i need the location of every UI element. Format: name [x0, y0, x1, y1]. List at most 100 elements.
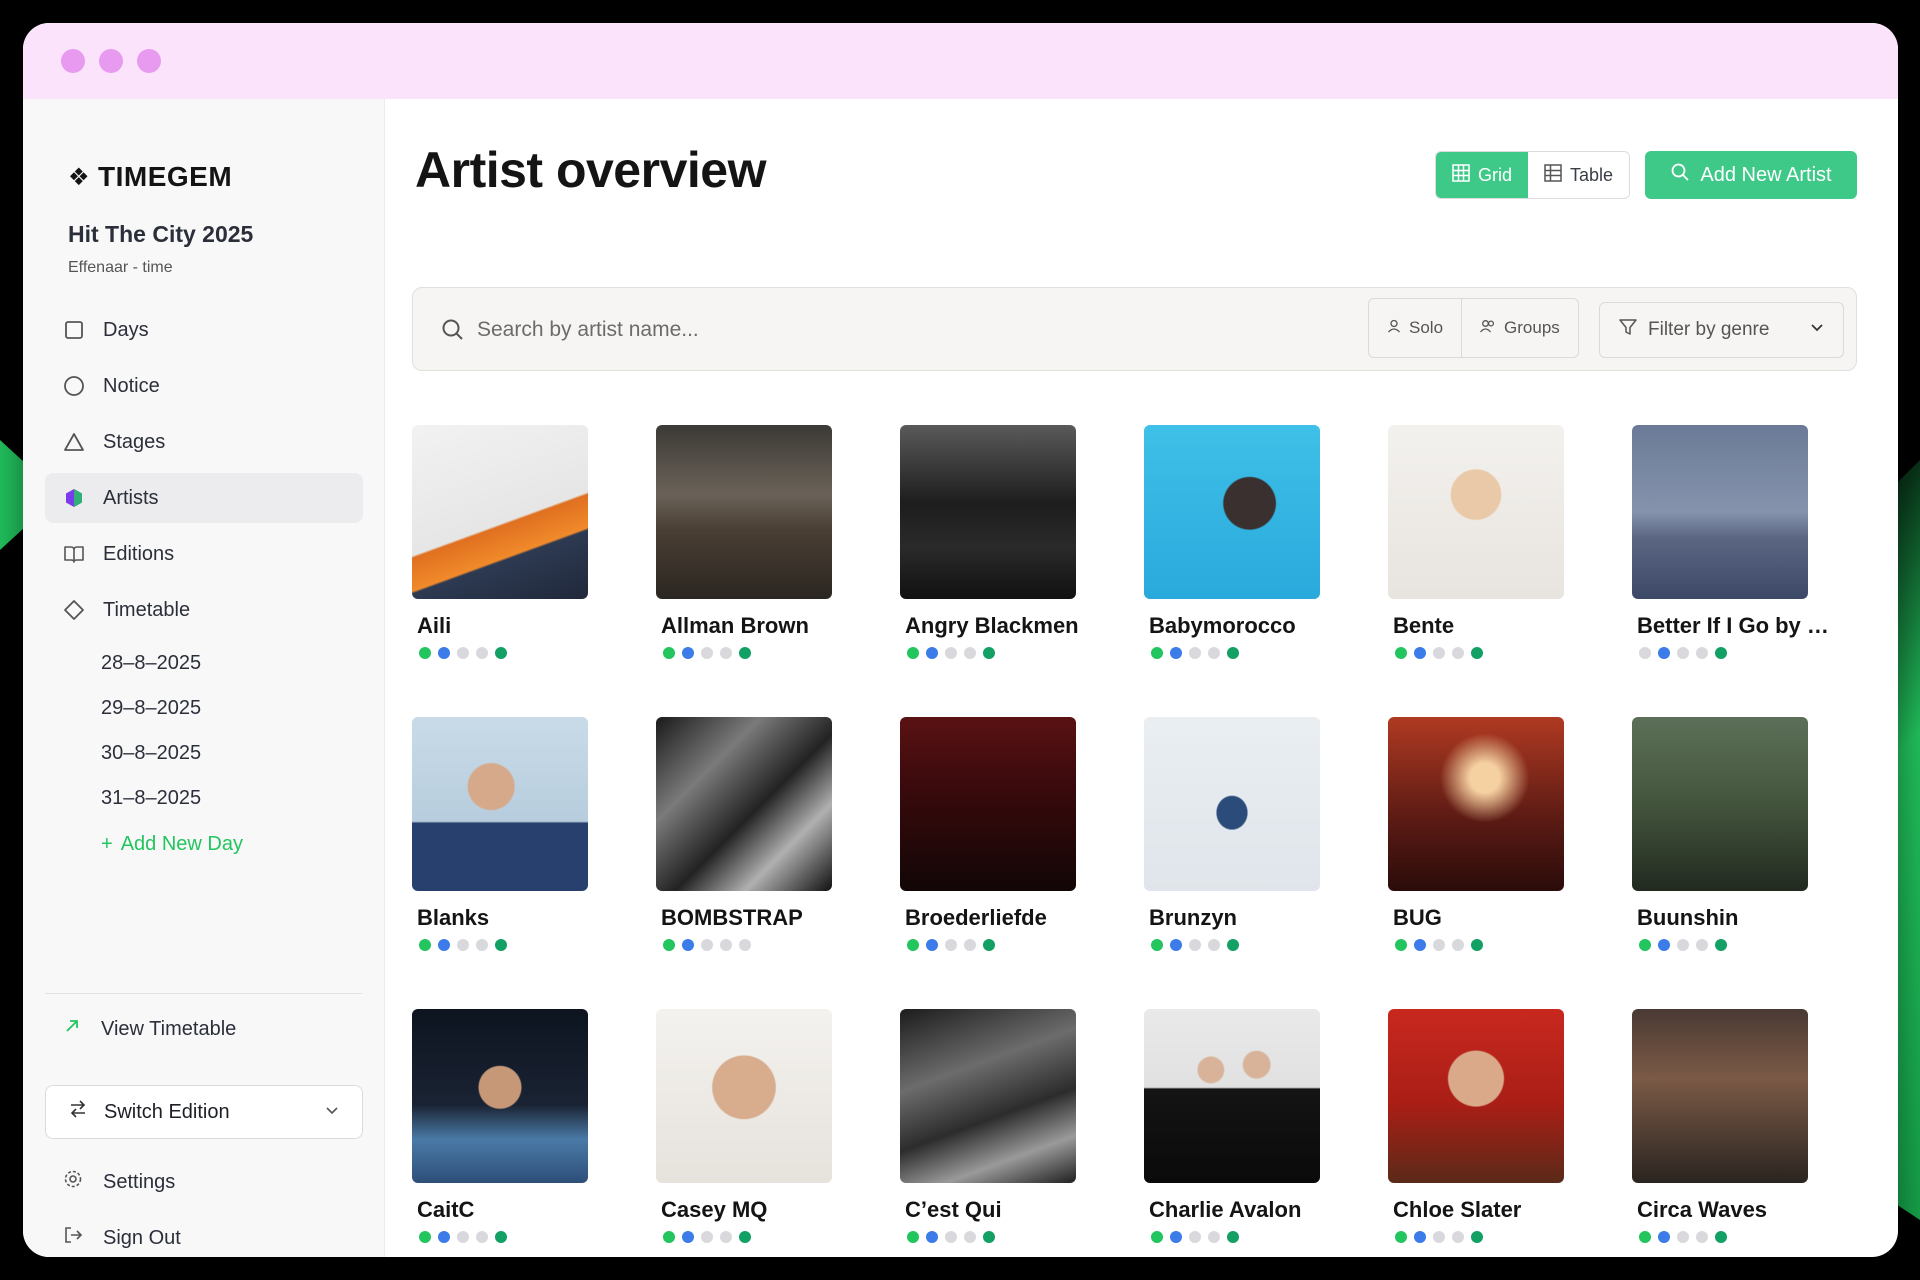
- sidebar: ❖ TIMEGEM Hit The City 2025 Effenaar - t…: [23, 99, 385, 1257]
- artist-name[interactable]: Broederliefde: [905, 905, 1105, 931]
- status-dot: [476, 1231, 488, 1243]
- timetable-day-item[interactable]: 31–8–2025: [101, 776, 363, 821]
- sidebar-item-label: Stages: [103, 430, 166, 453]
- artist-name[interactable]: Allman Brown: [661, 613, 861, 639]
- window-maximize-dot[interactable]: [137, 49, 161, 73]
- solo-filter-button[interactable]: Solo: [1369, 299, 1461, 357]
- artist-card[interactable]: Circa Waves: [1632, 1009, 1808, 1243]
- status-dot: [739, 1231, 751, 1243]
- artist-photo[interactable]: [1632, 717, 1808, 891]
- artist-photo[interactable]: [412, 1009, 588, 1183]
- table-view-button[interactable]: Table: [1528, 152, 1630, 198]
- artist-photo[interactable]: [900, 717, 1076, 891]
- sidebar-item-editions[interactable]: Editions: [45, 529, 363, 579]
- timetable-day-item[interactable]: 30–8–2025: [101, 731, 363, 776]
- artist-photo[interactable]: [1144, 717, 1320, 891]
- artist-card[interactable]: Aili: [412, 425, 588, 659]
- artist-name[interactable]: Aili: [417, 613, 617, 639]
- status-dot: [1433, 1231, 1445, 1243]
- timetable-day-item[interactable]: 28–8–2025: [101, 641, 363, 686]
- artist-card[interactable]: CaitC: [412, 1009, 588, 1243]
- app-logo[interactable]: ❖ TIMEGEM: [68, 161, 232, 193]
- sidebar-item-stages[interactable]: Stages: [45, 417, 363, 467]
- sidebar-item-notice[interactable]: Notice: [45, 361, 363, 411]
- window-minimize-dot[interactable]: [99, 49, 123, 73]
- status-dot: [1677, 647, 1689, 659]
- artist-status-dots: [907, 939, 1076, 951]
- artist-status-dots: [1151, 939, 1320, 951]
- artist-name[interactable]: C’est Qui: [905, 1197, 1105, 1223]
- status-dot: [1639, 939, 1651, 951]
- artist-name[interactable]: Casey MQ: [661, 1197, 861, 1223]
- artist-photo[interactable]: [900, 1009, 1076, 1183]
- add-new-day-button[interactable]: + Add New Day: [101, 833, 363, 856]
- artist-photo[interactable]: [656, 717, 832, 891]
- timetable-day-item[interactable]: 29–8–2025: [101, 686, 363, 731]
- artist-card[interactable]: Buunshin: [1632, 717, 1808, 951]
- artist-card[interactable]: Allman Brown: [656, 425, 832, 659]
- sidebar-item-timetable[interactable]: Timetable: [45, 585, 363, 635]
- sidebar-item-days[interactable]: Days: [45, 305, 363, 355]
- add-new-artist-button[interactable]: Add New Artist: [1645, 151, 1857, 199]
- artist-name[interactable]: Bente: [1393, 613, 1593, 639]
- artist-name[interactable]: Chloe Slater: [1393, 1197, 1593, 1223]
- artist-name[interactable]: Circa Waves: [1637, 1197, 1837, 1223]
- groups-filter-button[interactable]: Groups: [1461, 299, 1578, 357]
- sign-out-link[interactable]: Sign Out: [63, 1225, 181, 1251]
- status-dot: [457, 1231, 469, 1243]
- artist-card[interactable]: BOMBSTRAP: [656, 717, 832, 951]
- artist-card[interactable]: Chloe Slater: [1388, 1009, 1564, 1243]
- artist-name[interactable]: Brunzyn: [1149, 905, 1349, 931]
- artist-card[interactable]: Bente: [1388, 425, 1564, 659]
- artist-card[interactable]: Charlie Avalon: [1144, 1009, 1320, 1243]
- artist-name[interactable]: BOMBSTRAP: [661, 905, 861, 931]
- artist-photo[interactable]: [1388, 1009, 1564, 1183]
- artist-photo[interactable]: [656, 425, 832, 599]
- artist-card[interactable]: C’est Qui: [900, 1009, 1076, 1243]
- settings-link[interactable]: Settings: [63, 1169, 175, 1195]
- artist-card[interactable]: Casey MQ: [656, 1009, 832, 1243]
- artist-card[interactable]: Blanks: [412, 717, 588, 951]
- status-dot: [1696, 647, 1708, 659]
- grid-view-label: Grid: [1478, 164, 1513, 185]
- event-venue: Effenaar - time: [68, 259, 173, 276]
- window-close-dot[interactable]: [61, 49, 85, 73]
- artist-photo[interactable]: [1632, 425, 1808, 599]
- artist-name[interactable]: Angry Blackmen: [905, 613, 1105, 639]
- status-dot: [1189, 939, 1201, 951]
- artist-card[interactable]: Broederliefde: [900, 717, 1076, 951]
- artist-photo[interactable]: [656, 1009, 832, 1183]
- artist-card[interactable]: Better If I Go by D...: [1632, 425, 1837, 659]
- switch-edition-dropdown[interactable]: Switch Edition: [45, 1085, 363, 1139]
- status-dot: [983, 1231, 995, 1243]
- artist-photo[interactable]: [412, 425, 588, 599]
- genre-filter-label: Filter by genre: [1648, 319, 1770, 340]
- artist-photo[interactable]: [1388, 425, 1564, 599]
- grid-view-button[interactable]: Grid: [1436, 152, 1529, 198]
- view-timetable-link[interactable]: View Timetable: [63, 1017, 236, 1041]
- artist-photo[interactable]: [1144, 1009, 1320, 1183]
- artist-photo[interactable]: [1632, 1009, 1808, 1183]
- artist-name[interactable]: Buunshin: [1637, 905, 1837, 931]
- artist-photo[interactable]: [412, 717, 588, 891]
- status-dot: [1414, 647, 1426, 659]
- artist-name[interactable]: BUG: [1393, 905, 1593, 931]
- artist-card[interactable]: Babymorocco: [1144, 425, 1320, 659]
- artist-name[interactable]: Better If I Go by D...: [1637, 613, 1837, 639]
- artist-photo[interactable]: [1388, 717, 1564, 891]
- status-dot: [495, 1231, 507, 1243]
- artist-name[interactable]: Blanks: [417, 905, 617, 931]
- artist-card[interactable]: Brunzyn: [1144, 717, 1320, 951]
- artist-photo[interactable]: [1144, 425, 1320, 599]
- artist-card[interactable]: BUG: [1388, 717, 1564, 951]
- genre-filter-dropdown[interactable]: Filter by genre: [1599, 302, 1844, 358]
- status-dot: [983, 939, 995, 951]
- artist-status-dots: [1639, 1231, 1808, 1243]
- artist-search-input[interactable]: [477, 310, 1077, 350]
- artist-photo[interactable]: [900, 425, 1076, 599]
- artist-card[interactable]: Angry Blackmen: [900, 425, 1079, 659]
- artist-name[interactable]: Babymorocco: [1149, 613, 1349, 639]
- artist-name[interactable]: CaitC: [417, 1197, 617, 1223]
- artist-name[interactable]: Charlie Avalon: [1149, 1197, 1349, 1223]
- sidebar-item-artists[interactable]: Artists: [45, 473, 363, 523]
